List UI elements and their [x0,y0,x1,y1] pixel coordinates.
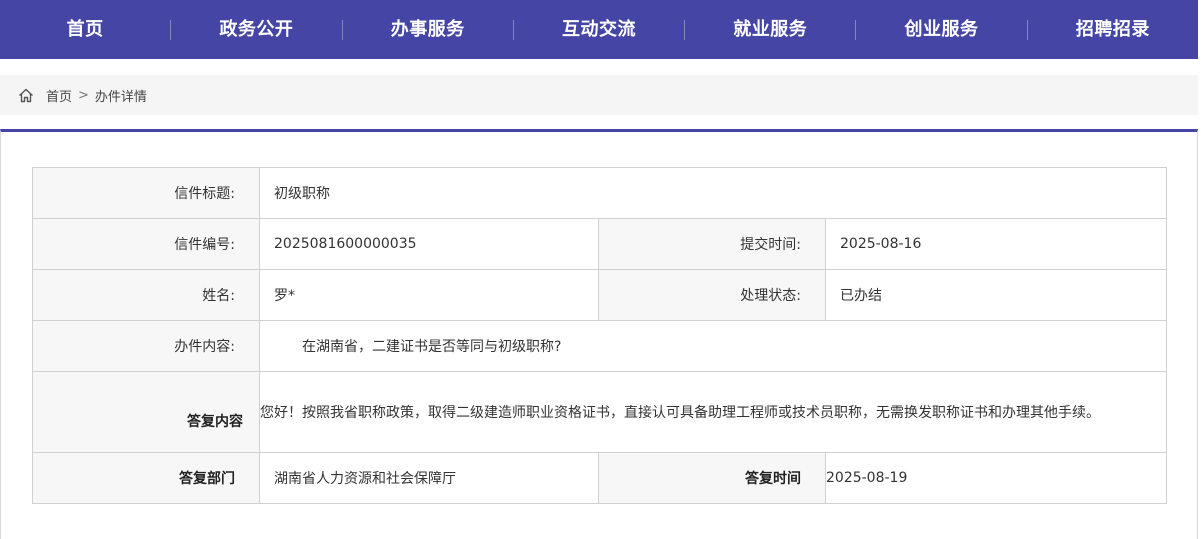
letter-detail-table: 信件标题: 初级职称 信件编号: 2025081600000035 提交时间: … [32,167,1168,504]
status-value: 已办结 [824,269,1168,321]
table-row: 信件编号: 2025081600000035 提交时间: 2025-08-16 [32,218,1168,270]
reply-content-label: 答复内容 [32,371,260,453]
reply-department-label: 答复部门 [32,452,260,504]
letter-title-value: 初级职称 [258,167,1168,219]
name-value: 罗* [259,269,599,321]
breadcrumb-home-link[interactable]: 首页 [46,86,72,105]
content-value-cell: 在湖南省，二建证书是否等同与初级职称? [258,320,1168,372]
status-label: 处理状态: [598,269,826,321]
nav-item-government-affairs[interactable]: 政务公开 [171,0,341,59]
reply-time-value: 2025-08-19 [824,452,1168,504]
table-row: 答复内容 您好！按照我省职称政策，取得二级建造师职业资格证书，直接认可具备助理工… [32,371,1168,453]
table-row: 姓名: 罗* 处理状态: 已办结 [32,269,1168,321]
name-label: 姓名: [32,269,260,321]
nav-item-employment[interactable]: 就业服务 [685,0,855,59]
letter-number-value: 2025081600000035 [259,218,599,270]
table-row: 办件内容: 在湖南省，二建证书是否等同与初级职称? [32,320,1168,372]
content-value: 在湖南省，二建证书是否等同与初级职称? [302,339,562,355]
breadcrumb-separator: > [78,87,89,103]
nav-edge [1198,0,1202,59]
submit-time-label: 提交时间: [598,218,826,270]
reply-content-value: 您好！按照我省职称政策，取得二级建造师职业资格证书，直接认可具备助理工程师或技术… [258,371,1168,453]
nav-item-home[interactable]: 首页 [0,0,170,59]
reply-department-value: 湖南省人力资源和社会保障厅 [259,452,599,504]
content-label: 办件内容: [32,320,260,372]
nav-item-interaction[interactable]: 互动交流 [514,0,684,59]
submit-time-value: 2025-08-16 [824,218,1168,270]
nav-item-services[interactable]: 办事服务 [343,0,513,59]
nav-item-entrepreneurship[interactable]: 创业服务 [856,0,1026,59]
breadcrumb: 首页 > 办件详情 [0,75,1198,115]
reply-time-label: 答复时间 [598,452,826,504]
letter-number-label: 信件编号: [32,218,260,270]
letter-title-label: 信件标题: [32,167,260,219]
table-row: 答复部门 湖南省人力资源和社会保障厅 答复时间 2025-08-19 [32,452,1168,504]
home-icon[interactable] [18,88,34,103]
nav-item-recruitment[interactable]: 招聘招录 [1028,0,1198,59]
breadcrumb-current: 办件详情 [94,89,147,105]
table-row: 信件标题: 初级职称 [32,167,1168,219]
detail-panel: 信件标题: 初级职称 信件编号: 2025081600000035 提交时间: … [0,129,1198,539]
top-navigation: 首页 政务公开 办事服务 互动交流 就业服务 创业服务 招聘招录 [0,0,1198,59]
